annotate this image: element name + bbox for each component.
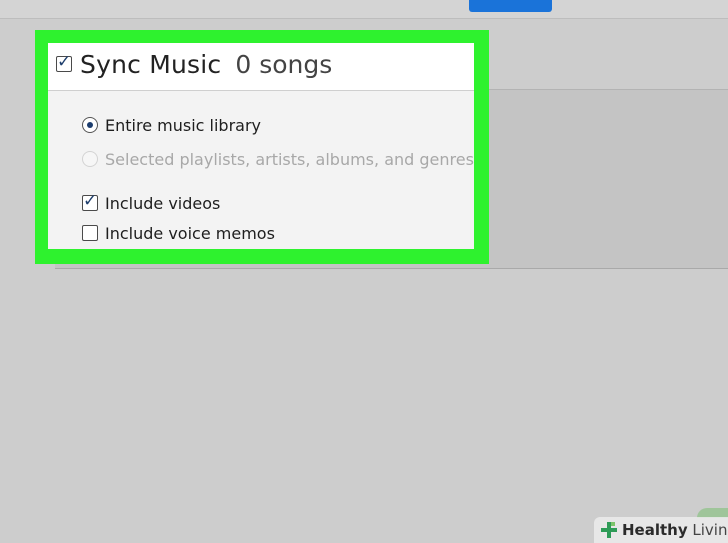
top-toolbar xyxy=(0,0,728,19)
include-videos-checkbox[interactable] xyxy=(82,191,98,211)
sync-music-header: Sync Music 0 songs xyxy=(48,43,474,91)
apply-button[interactable] xyxy=(469,0,552,12)
selected-items-label: Selected playlists, artists, albums, and… xyxy=(105,149,474,169)
sync-music-section: Sync Music 0 songs Entire music library … xyxy=(48,43,474,249)
option-entire-library[interactable]: Entire music library xyxy=(82,115,261,135)
entire-library-radio[interactable] xyxy=(82,117,98,133)
include-videos-label: Include videos xyxy=(105,193,221,213)
sync-music-checkbox[interactable] xyxy=(56,52,72,72)
include-voice-memos-label: Include voice memos xyxy=(105,223,275,243)
include-voice-memos-option[interactable]: Include voice memos xyxy=(82,223,275,243)
selected-items-radio xyxy=(82,151,98,167)
include-videos-option[interactable]: Include videos xyxy=(82,191,221,213)
watermark-brand-light: Living xyxy=(692,521,728,539)
healthy-living-watermark: Healthy Living xyxy=(594,517,728,543)
include-voice-memos-checkbox[interactable] xyxy=(82,225,98,241)
song-count: 0 songs xyxy=(235,49,333,79)
watermark-brand-bold: Healthy xyxy=(622,521,688,539)
highlight-frame: Sync Music 0 songs Entire music library … xyxy=(35,30,489,264)
watermark-text: Healthy Living xyxy=(622,521,728,539)
plus-cross-icon xyxy=(600,521,618,539)
entire-library-label: Entire music library xyxy=(105,115,261,135)
sync-music-title: Sync Music xyxy=(80,49,222,79)
option-selected-items: Selected playlists, artists, albums, and… xyxy=(82,149,474,169)
